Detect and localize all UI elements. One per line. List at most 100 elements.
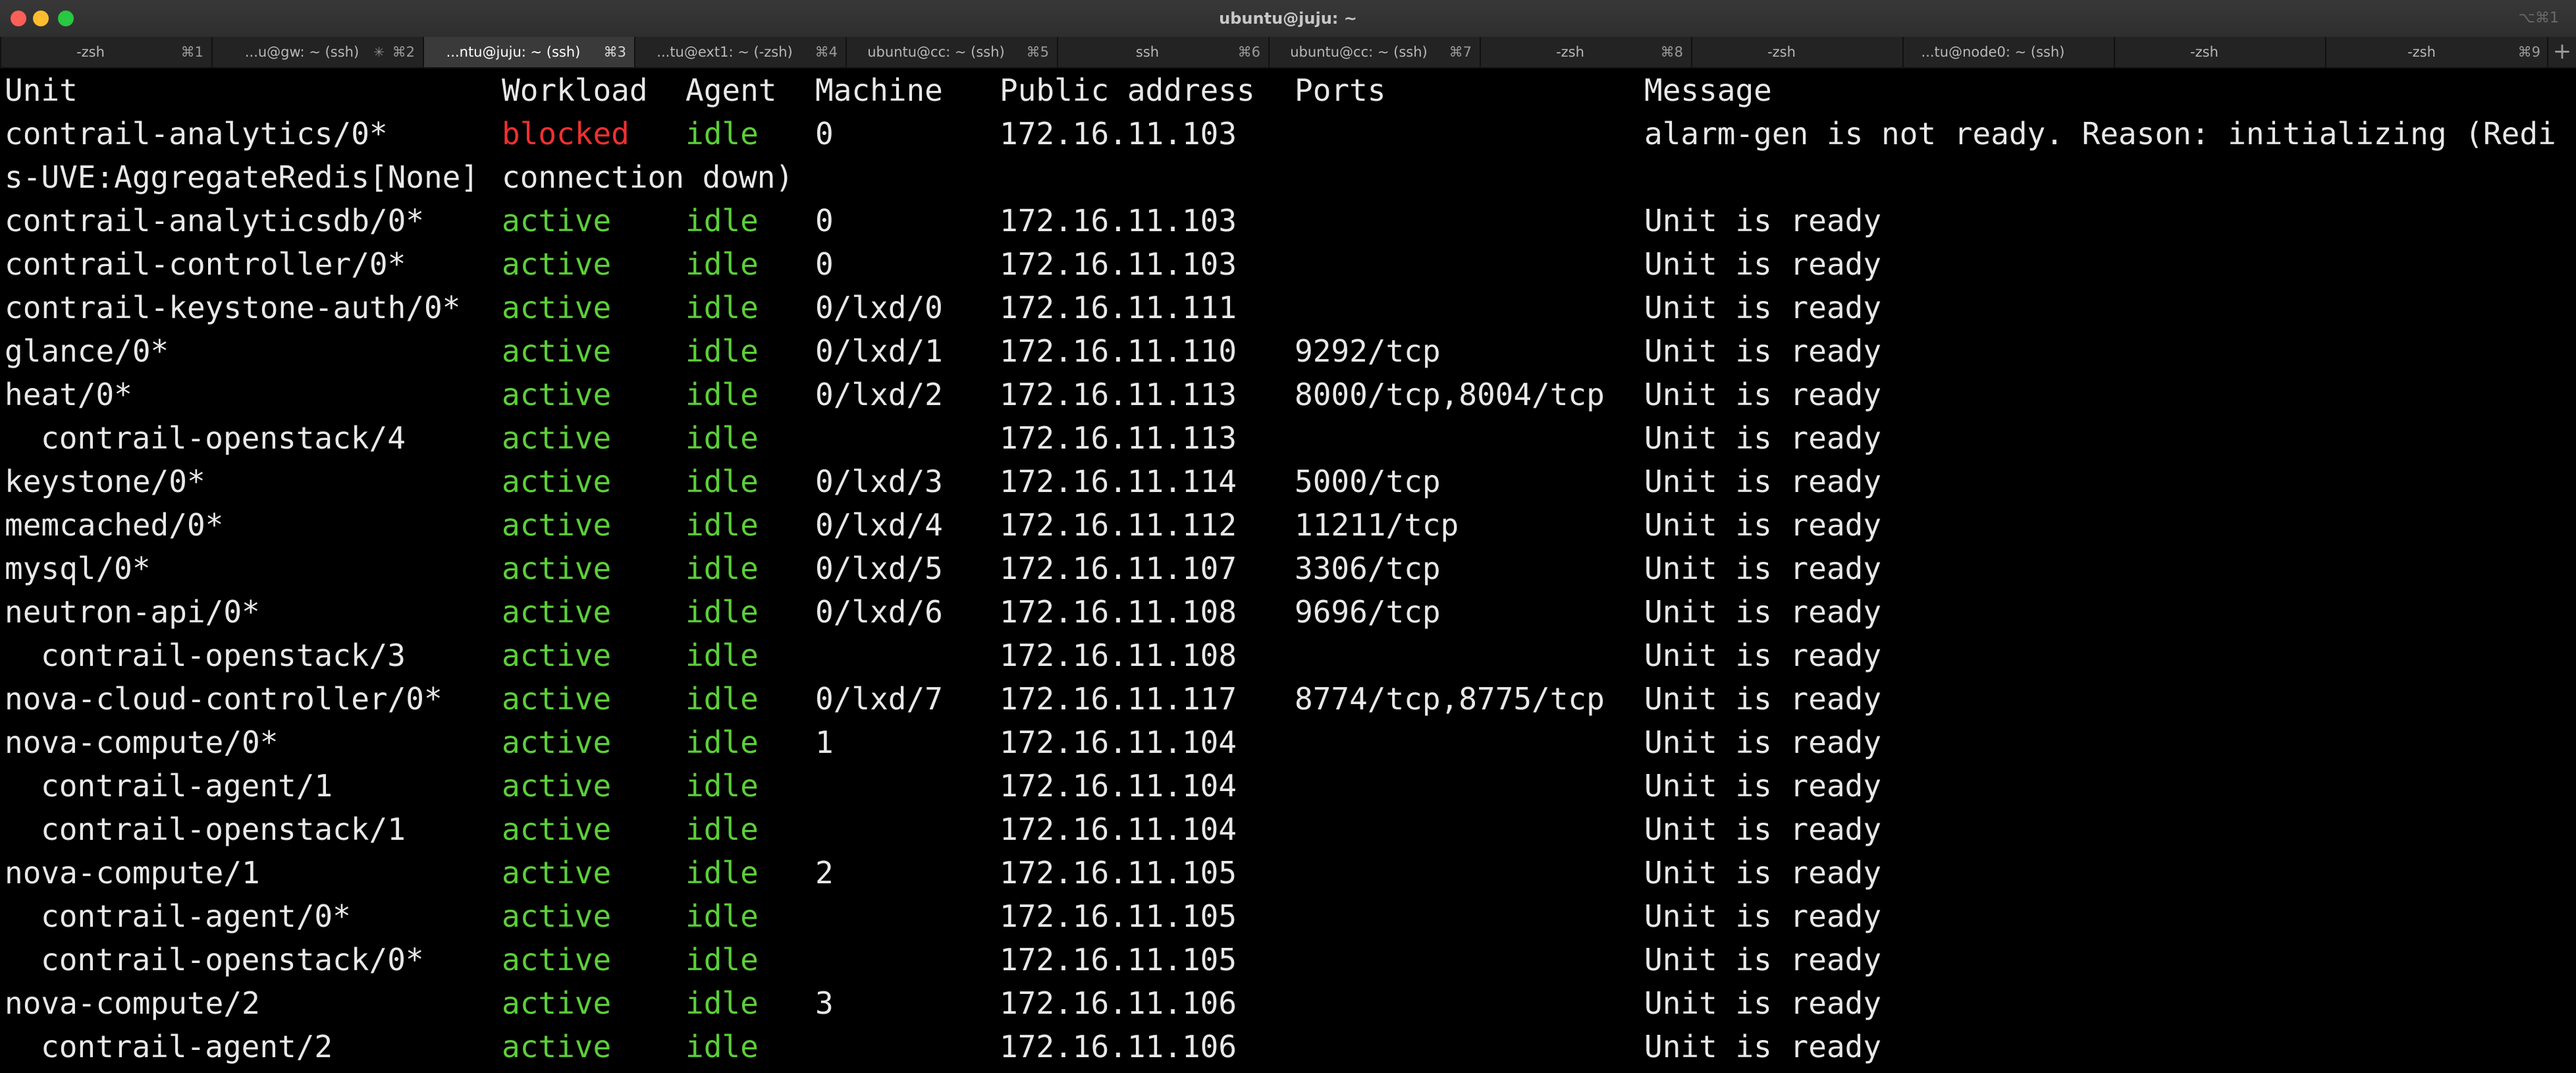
cell-public-address: 172.16.11.104 <box>1000 725 1237 760</box>
cell-machine: 1 <box>815 725 834 760</box>
cell-message: Unit is ready <box>1644 985 1882 1021</box>
cell-public-address: 172.16.11.104 <box>1000 812 1237 847</box>
cell-unit: contrail-controller/0* <box>5 246 406 282</box>
tab-10[interactable]: ...tu@node0: ~ (ssh) <box>1902 37 2114 67</box>
cell-public-address: 172.16.11.104 <box>1000 768 1237 804</box>
new-tab-button[interactable]: + <box>2547 37 2576 67</box>
cell-agent: idle <box>685 638 759 673</box>
cell-message: Unit is ready <box>1644 768 1882 804</box>
table-row: neutron-api/0* active idle 0/lxd/6 172.16.11… <box>0 590 2576 634</box>
tab-label: ubuntu@cc: ~ (ssh) <box>867 44 1005 60</box>
cell-workload: active <box>502 594 612 630</box>
table-row: glance/0* active idle 0/lxd/1 172.16.11.110 9… <box>0 329 2576 373</box>
cell-agent: idle <box>685 420 759 456</box>
tab-11[interactable]: -zsh <box>2114 37 2325 67</box>
cell-message: Unit is ready <box>1644 638 1882 673</box>
cell-message: Unit is ready <box>1644 594 1882 630</box>
cell-workload: active <box>502 290 612 325</box>
cell-unit: contrail-agent/0* <box>41 898 351 934</box>
tab-3[interactable]: ...ntu@juju: ~ (ssh) ⌘3 <box>423 37 634 67</box>
cell-public-address: 172.16.11.108 <box>1000 638 1237 673</box>
cell-unit: contrail-agent/1 <box>41 768 333 804</box>
cell-public-address: 172.16.11.103 <box>1000 203 1237 238</box>
cell-message: Unit is ready <box>1644 420 1882 456</box>
cell-unit: neutron-api/0* <box>5 594 260 630</box>
tab-1[interactable]: -zsh ⌘1 <box>0 37 211 67</box>
cell-machine: 0/lxd/6 <box>815 594 943 630</box>
tab-5[interactable]: ubuntu@cc: ~ (ssh) ⌘5 <box>845 37 1057 67</box>
cell-unit: glance/0* <box>5 333 169 369</box>
cell-public-address: 172.16.11.103 <box>1000 116 1237 151</box>
cell-message: Unit is ready <box>1644 898 1882 934</box>
cell-public-address: 172.16.11.117 <box>1000 681 1237 717</box>
cell-message: Unit is ready <box>1644 377 1882 412</box>
terminal-window: ubuntu@juju: ~ ⌥⌘1 -zsh ⌘1 ...u@gw: ~ (ssh… <box>0 0 2576 1073</box>
cell-workload: active <box>502 464 612 499</box>
tab-6[interactable]: ssh ⌘6 <box>1057 37 1268 67</box>
tab-label: -zsh <box>1556 44 1584 60</box>
cell-workload: active <box>502 855 612 891</box>
cell-message: Unit is ready <box>1644 203 1882 238</box>
table-row: contrail-openstack/1 active idle 172.16.11.… <box>0 808 2576 851</box>
cell-public-address: 172.16.11.103 <box>1000 246 1237 282</box>
cell-workload: active <box>502 638 612 673</box>
tab-7[interactable]: ubuntu@cc: ~ (ssh) ⌘7 <box>1268 37 1480 67</box>
cell-message: Unit is ready <box>1644 812 1882 847</box>
cell-machine: 0 <box>815 246 834 282</box>
header-machine: Machine <box>815 72 943 108</box>
cell-public-address: 172.16.11.110 <box>1000 333 1237 369</box>
tab-shortcut: ⌘7 <box>1449 44 1472 60</box>
terminal-output[interactable]: Unit Workload Agent Machine Public addre… <box>0 69 2576 1073</box>
tab-shortcut: ⌘8 <box>1660 44 1683 60</box>
tab-9[interactable]: -zsh <box>1691 37 1902 67</box>
tab-12[interactable]: -zsh ⌘9 <box>2325 37 2548 67</box>
tab-4[interactable]: ...tu@ext1: ~ (-zsh) ⌘4 <box>634 37 845 67</box>
tab-label: -zsh <box>2407 44 2436 60</box>
cell-workload: blocked <box>502 116 630 151</box>
cell-public-address: 172.16.11.106 <box>1000 985 1237 1021</box>
cell-workload: active <box>502 246 612 282</box>
cell-unit: memcached/0* <box>5 507 224 543</box>
cell-machine: 0 <box>815 203 834 238</box>
tab-2[interactable]: ...u@gw: ~ (ssh) ✳ ⌘2 <box>211 37 423 67</box>
cell-agent: idle <box>685 116 759 151</box>
tab-8[interactable]: -zsh ⌘8 <box>1480 37 1691 67</box>
cell-unit: nova-compute/0* <box>5 725 279 760</box>
cell-workload: active <box>502 333 612 369</box>
cell-workload: active <box>502 1029 612 1064</box>
cell-workload: active <box>502 898 612 934</box>
tab-label: ...tu@node0: ~ (ssh) <box>1921 44 2065 60</box>
cell-unit: nova-cloud-controller/0* <box>5 681 443 717</box>
cell-machine: 0/lxd/7 <box>815 681 943 717</box>
cell-unit: contrail-openstack/4 <box>41 420 406 456</box>
cell-agent: idle <box>685 768 759 804</box>
cell-agent: idle <box>685 681 759 717</box>
cell-agent: idle <box>685 985 759 1021</box>
table-row: contrail-agent/1 active idle 172.16.11.104 U… <box>0 764 2576 808</box>
cell-agent: idle <box>685 855 759 891</box>
tab-shortcut: ⌘2 <box>392 44 415 60</box>
cell-workload: active <box>502 507 612 543</box>
header-agent: Agent <box>685 72 777 108</box>
cell-ports: 9292/tcp <box>1295 333 1441 369</box>
activity-spinner-icon: ✳ <box>373 44 385 60</box>
cell-agent: idle <box>685 812 759 847</box>
cell-agent: idle <box>685 464 759 499</box>
window-shortcut: ⌥⌘1 <box>2518 10 2559 26</box>
cell-workload: active <box>502 420 612 456</box>
header-unit: Unit <box>5 72 78 108</box>
cell-workload: active <box>502 377 612 412</box>
tab-label: ...u@gw: ~ (ssh) <box>244 44 360 60</box>
cell-unit: nova-compute/2 <box>5 985 260 1021</box>
tab-shortcut: ⌘6 <box>1237 44 1260 60</box>
cell-unit: contrail-analytics/0* <box>5 116 388 151</box>
cell-unit: contrail-openstack/0* <box>41 942 424 977</box>
cell-ports: 8000/tcp,8004/tcp <box>1295 377 1605 412</box>
table-row: memcached/0* active idle 0/lxd/4 172.16.11.1… <box>0 503 2576 547</box>
table-row: nova-compute/1 active idle 2 172.16.11.105 Un… <box>0 851 2576 894</box>
cell-machine: 0/lxd/5 <box>815 551 943 586</box>
cell-ports: 11211/tcp <box>1295 507 1459 543</box>
cell-message: Unit is ready <box>1644 1029 1882 1064</box>
tab-label: ...ntu@juju: ~ (ssh) <box>446 44 581 60</box>
cell-unit: contrail-openstack/3 <box>41 638 406 673</box>
